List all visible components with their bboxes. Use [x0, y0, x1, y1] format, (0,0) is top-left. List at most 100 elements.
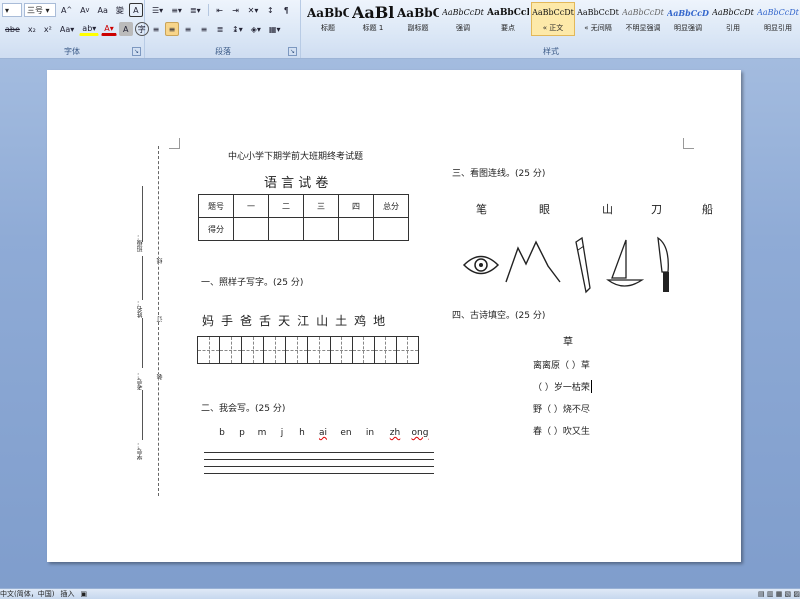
bullets-button[interactable]: ☰▾	[149, 3, 166, 17]
match-word: 刀	[651, 203, 662, 216]
sort-button[interactable]: ↕	[263, 3, 277, 17]
q3-words: 笔眼山刀船	[476, 201, 713, 217]
document-page[interactable]	[47, 70, 741, 562]
pinyin-item: ai	[318, 428, 327, 438]
style-item[interactable]: AaBbCcDt 强调	[441, 2, 485, 36]
style-item[interactable]: AaBbCcD 要点	[486, 2, 530, 36]
margin-mark-zhuang: 装	[156, 374, 165, 380]
writing-grid[interactable]	[197, 336, 419, 364]
subscript-button[interactable]: x₂	[25, 22, 39, 36]
font-name-dropdown[interactable]: ▾	[2, 3, 22, 17]
shading-button[interactable]: ◈▾	[248, 22, 264, 36]
phonetic-guide-button[interactable]: 變	[113, 3, 127, 17]
style-preview: AaBbCcDt	[532, 8, 574, 17]
score-cell[interactable]	[338, 217, 374, 241]
superscript-icon: x²	[43, 24, 52, 34]
phonetic-guide-icon: 變	[115, 5, 124, 15]
q4-title: 四、古诗填空。(25 分)	[452, 311, 546, 321]
clear-format-button[interactable]: A	[128, 3, 143, 17]
q1-title: 一、照样子写字。(25 分)	[201, 278, 304, 288]
grow-font-button[interactable]: A ^	[58, 3, 75, 17]
multilevel-list-button[interactable]: ≣▾	[187, 3, 204, 17]
match-word: 山	[602, 203, 613, 216]
poem-title: 草	[563, 337, 573, 348]
font-dialog-launcher[interactable]: ↘	[132, 47, 141, 56]
style-name: 要点	[501, 24, 515, 32]
pinyin-item: ong	[411, 428, 429, 438]
font-color-button[interactable]: A ▾	[101, 22, 117, 36]
highlight-icon: ab	[82, 23, 93, 33]
strikethrough-icon: abe	[5, 24, 20, 34]
distribute-button[interactable]: ≣	[213, 22, 227, 36]
score-cell[interactable]	[233, 217, 269, 241]
score-table: 题号 一 二 三 四 总分 得分	[198, 194, 409, 241]
font-size-dropdown[interactable]: 三号 ▾	[24, 3, 56, 17]
style-item[interactable]: AaBbCcDt « 无间隔	[576, 2, 620, 36]
ribbon: ▾ 三号 ▾ A ^ Av Aa 變 A abe x₂ x² Aa▾ ab ▾ A ▾…	[0, 0, 800, 59]
score-cell[interactable]	[303, 217, 339, 241]
align-right-button[interactable]: ≡	[181, 22, 195, 36]
chinese-layout-button[interactable]: ✕▾	[245, 3, 262, 17]
style-name: 标题	[321, 24, 335, 32]
paragraph-group-label: 段落	[215, 47, 231, 56]
style-name: 标题 1	[362, 24, 384, 32]
table-header-cell: 二	[268, 194, 304, 218]
style-item[interactable]: AaBbC 标题	[306, 2, 350, 36]
style-name: « 无间隔	[584, 24, 612, 32]
sample-character: 鸡	[354, 314, 367, 328]
table-row: 得分	[198, 217, 409, 241]
macro-record-icon[interactable]: ▣	[80, 590, 87, 598]
change-case-2-button[interactable]: Aa▾	[57, 22, 77, 36]
pinyin-item: b	[219, 428, 225, 438]
justify-button[interactable]: ≡	[197, 22, 211, 36]
sample-character: 土	[335, 314, 348, 328]
pinyin-item: h	[299, 428, 305, 438]
borders-button[interactable]: ▦▾	[266, 22, 284, 36]
style-item[interactable]: AaBl 标题 1	[351, 2, 395, 36]
align-center-button[interactable]: ≡	[165, 22, 179, 36]
sample-character: 妈	[202, 314, 215, 328]
superscript-button[interactable]: x²	[41, 22, 55, 36]
highlight-button[interactable]: ab ▾	[79, 22, 100, 36]
four-line-grid[interactable]	[204, 446, 434, 474]
style-preview: AaBl	[352, 3, 394, 22]
line-spacing-button[interactable]: ↨▾	[229, 22, 246, 36]
style-item[interactable]: AaBbC 副标题	[396, 2, 440, 36]
pinyin-item: zh	[389, 428, 401, 438]
poem-line-3: 野（ ）烧不尽	[533, 405, 590, 415]
numbering-button[interactable]: ≡▾	[168, 3, 185, 17]
strikethrough-button[interactable]: abe	[2, 22, 23, 36]
style-item[interactable]: AaBbCcDt 不明显强调	[621, 2, 665, 36]
score-cell[interactable]	[268, 217, 304, 241]
char-shading-button[interactable]: A	[118, 22, 133, 36]
q2-pinyin-row: b p m j h ai en in zh ong	[212, 428, 432, 438]
view-buttons[interactable]: ▤ ▥ ▦ ▧ ▨	[758, 590, 800, 598]
font-size-value: 三号	[27, 5, 43, 15]
change-case-button[interactable]: Aa	[95, 3, 111, 17]
style-item[interactable]: AaBbCcDt 明显引用	[756, 2, 800, 36]
style-item[interactable]: AaBbCcDt 明显强调	[666, 2, 710, 36]
font-group: ▾ 三号 ▾ A ^ Av Aa 變 A abe x₂ x² Aa▾ ab ▾ A ▾…	[0, 0, 149, 58]
decrease-indent-button[interactable]: ⇤	[213, 3, 227, 17]
style-preview: AaBbC	[397, 6, 439, 20]
table-header-cell: 四	[338, 194, 374, 218]
show-marks-button[interactable]: ¶	[279, 3, 293, 17]
paragraph-dialog-launcher[interactable]: ↘	[288, 47, 297, 56]
margin-label-class: 班级：	[137, 234, 144, 252]
margin-line	[142, 390, 143, 440]
score-cell[interactable]	[373, 217, 409, 241]
style-item[interactable]: AaBbCcDt 引用	[711, 2, 755, 36]
style-preview: AaBbCcDt	[712, 8, 754, 17]
poem-line-2: （ ）岁一枯荣	[533, 380, 592, 393]
crop-mark	[169, 138, 180, 149]
increase-indent-button[interactable]: ⇥	[229, 3, 243, 17]
shrink-font-button[interactable]: Av	[77, 3, 92, 17]
mountain-picture	[505, 240, 561, 283]
style-item[interactable]: AaBbCcDt « 正文	[531, 2, 575, 36]
align-left-button[interactable]: ≡	[149, 22, 163, 36]
style-preview: AaBbCcDt	[577, 8, 619, 17]
margin-label-examno: 考号：	[137, 372, 144, 390]
sample-character: 山	[316, 314, 329, 328]
q2-title: 二、我会写。(25 分)	[201, 404, 286, 414]
sample-character: 舌	[259, 314, 272, 328]
